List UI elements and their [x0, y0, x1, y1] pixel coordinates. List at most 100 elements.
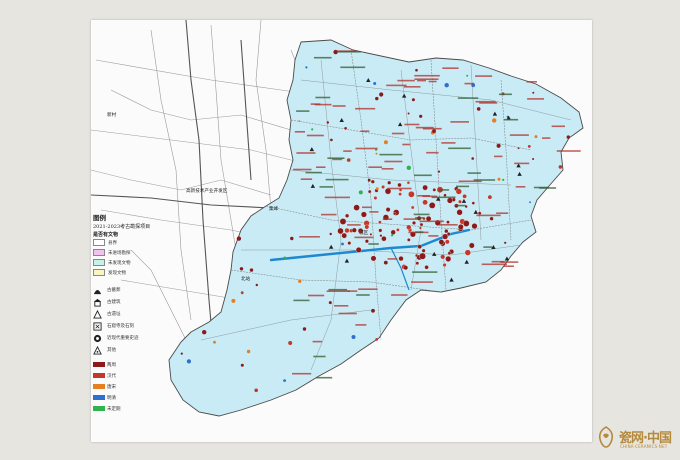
legend-label-building: 古建筑	[107, 300, 121, 305]
site-label	[426, 151, 439, 154]
site-marker	[438, 239, 445, 245]
site-label	[316, 166, 326, 168]
site-marker	[437, 170, 440, 173]
site-marker	[288, 341, 293, 345]
site-marker	[341, 242, 344, 246]
site-marker	[398, 192, 402, 196]
site-label	[382, 218, 393, 220]
site-label	[347, 224, 361, 226]
site-label	[412, 271, 438, 273]
site-marker	[240, 363, 244, 367]
site-marker	[369, 233, 372, 236]
site-label	[464, 82, 475, 85]
site-label	[391, 294, 408, 296]
site-marker	[504, 241, 507, 244]
site-label	[496, 212, 509, 214]
stone-carving-icon	[93, 322, 102, 331]
site-label	[414, 74, 440, 77]
site-marker	[417, 244, 422, 249]
site-label	[355, 107, 376, 110]
site-marker	[566, 135, 570, 139]
site-marker	[328, 301, 332, 305]
site-label	[467, 172, 481, 174]
site-marker	[422, 199, 428, 206]
site-label	[384, 160, 403, 163]
site-marker	[496, 143, 501, 148]
site-label	[450, 121, 469, 123]
site-label	[300, 178, 313, 180]
site-marker	[447, 251, 452, 255]
legend-title: 图例	[93, 214, 106, 222]
site-marker	[246, 349, 251, 354]
place-label-village: 新村	[107, 111, 117, 118]
site-marker	[351, 227, 357, 233]
site-label	[556, 150, 581, 152]
site-label	[481, 263, 507, 266]
site-label	[387, 258, 398, 260]
site-marker	[477, 211, 482, 215]
site-label	[340, 66, 366, 69]
site-marker	[254, 388, 258, 393]
site-label	[494, 155, 503, 158]
site-marker	[432, 129, 436, 133]
legend-bar-undated	[93, 406, 105, 411]
site-marker	[305, 66, 308, 69]
site-label	[334, 305, 349, 307]
site-marker	[186, 359, 191, 364]
site-label	[404, 123, 420, 126]
site-label	[403, 86, 421, 88]
site-marker	[396, 228, 400, 232]
site-label	[422, 127, 442, 130]
site-marker	[476, 107, 481, 111]
site-label	[422, 195, 438, 198]
site-label	[542, 137, 551, 139]
site-marker	[231, 298, 236, 303]
site-label	[456, 185, 470, 188]
county-region[interactable]	[168, 39, 584, 417]
site-marker	[558, 165, 563, 169]
other-icon	[93, 346, 102, 355]
modern-site-icon	[93, 334, 102, 343]
site-marker	[419, 222, 424, 227]
site-marker	[407, 238, 411, 242]
legend-swatch-unsurveyed	[93, 249, 105, 256]
legend-swatch-no-relics	[93, 259, 105, 266]
site-marker	[406, 224, 412, 230]
ceramics-logo-icon	[598, 426, 614, 448]
site-marker	[407, 112, 410, 115]
site-marker	[443, 193, 447, 197]
site-label	[442, 67, 459, 69]
site-label	[419, 220, 444, 223]
site-marker	[379, 234, 382, 237]
site-marker	[383, 140, 388, 145]
site-marker	[240, 291, 244, 295]
site-label	[503, 265, 514, 267]
site-label	[413, 213, 430, 216]
site-marker	[202, 330, 207, 335]
site-marker	[440, 254, 445, 259]
legend-swatch-relics-found	[93, 269, 105, 276]
site-marker	[364, 239, 369, 244]
legend-label-han: 汉代	[107, 374, 116, 379]
site-label	[293, 168, 312, 171]
site-label	[356, 294, 370, 296]
site-label	[299, 236, 320, 238]
site-label	[455, 204, 466, 207]
map-canvas[interactable]: 高新技术产业开发区 集峰 城区 新村 北站	[91, 20, 592, 442]
site-marker	[375, 96, 379, 101]
site-label	[499, 93, 512, 96]
site-marker	[341, 232, 347, 239]
site-label	[448, 147, 471, 150]
site-marker	[351, 335, 356, 339]
site-marker	[419, 114, 423, 118]
site-marker	[497, 177, 501, 181]
site-label	[514, 162, 530, 165]
site-marker	[406, 165, 411, 170]
site-label	[355, 147, 378, 150]
site-label	[362, 206, 372, 209]
site-label	[526, 81, 537, 83]
site-marker	[471, 157, 475, 160]
site-marker	[445, 255, 452, 262]
place-label-jifeng: 集峰	[269, 205, 279, 212]
legend-bar-mingqing	[93, 395, 105, 400]
